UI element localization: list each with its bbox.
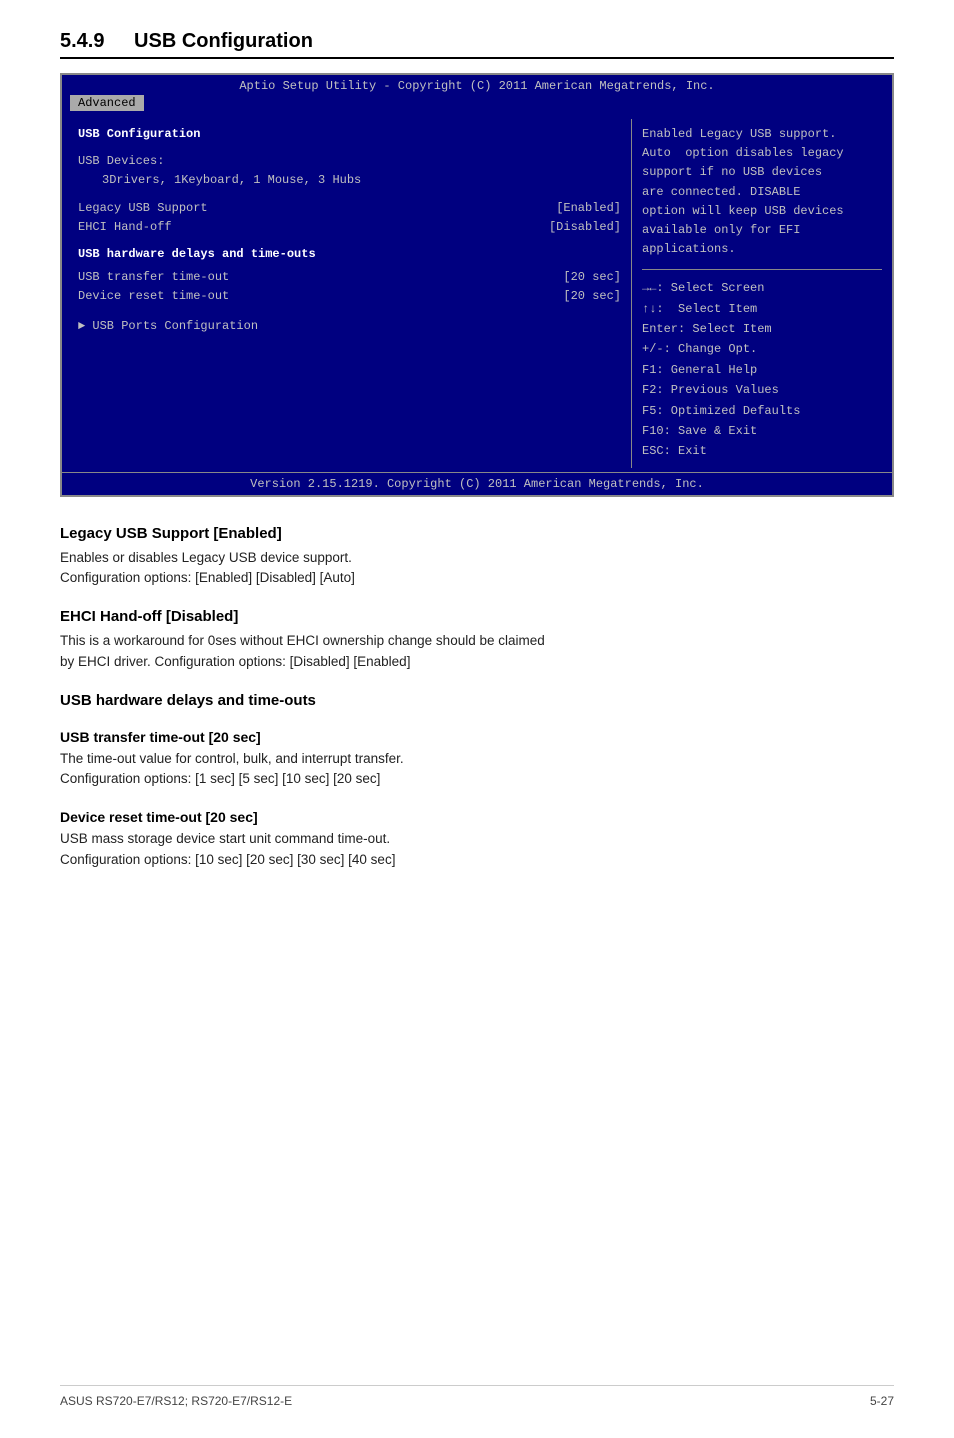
bios-devices-label: USB Devices: [78, 152, 621, 171]
doc-heading-legacy-usb: Legacy USB Support [Enabled] [60, 525, 894, 542]
bios-item-legacy-usb-value: [Enabled] [556, 199, 621, 218]
bios-body: USB Configuration USB Devices: 3Drivers,… [62, 115, 892, 472]
bios-item-device-reset[interactable]: Device reset time-out [20 sec] [78, 287, 621, 306]
bios-tab-advanced[interactable]: Advanced [70, 95, 144, 111]
bios-hardware-section: USB hardware delays and time-outs [78, 245, 621, 264]
bios-left-panel: USB Configuration USB Devices: 3Drivers,… [62, 119, 632, 468]
key-f2: F2: Previous Values [642, 380, 882, 400]
section-heading: USB Configuration [134, 30, 313, 52]
bios-transfer-name: USB transfer time-out [78, 268, 229, 287]
doc-section-ehci: EHCI Hand-off [Disabled] This is a worka… [60, 608, 894, 672]
doc-subheading-transfer: USB transfer time-out [20 sec] [60, 729, 894, 745]
page-footer: ASUS RS720-E7/RS12; RS720-E7/RS12-E 5-27 [60, 1385, 894, 1408]
bios-key-help: →←: Select Screen ↑↓: Select Item Enter:… [642, 278, 882, 462]
bios-screen: Aptio Setup Utility - Copyright (C) 2011… [60, 73, 894, 497]
key-enter: Enter: Select Item [642, 319, 882, 339]
bios-header: Aptio Setup Utility - Copyright (C) 2011… [62, 75, 892, 95]
doc-body-legacy-usb: Enables or disables Legacy USB device su… [60, 548, 894, 589]
doc-subheading-device-reset: Device reset time-out [20 sec] [60, 809, 894, 825]
doc-body-device-reset: USB mass storage device start unit comma… [60, 829, 894, 870]
bios-device-reset-name: Device reset time-out [78, 287, 229, 306]
bios-item-ehci-value: [Disabled] [549, 218, 621, 237]
bios-item-ehci-name: EHCI Hand-off [78, 218, 172, 237]
bios-devices-value: 3Drivers, 1Keyboard, 1 Mouse, 3 Hubs [78, 171, 621, 190]
section-title: 5.4.9 USB Configuration [60, 30, 894, 59]
key-f5: F5: Optimized Defaults [642, 401, 882, 421]
bios-config-title: USB Configuration [78, 125, 621, 144]
doc-body-ehci: This is a workaround for 0ses without EH… [60, 631, 894, 672]
bios-transfer-value: [20 sec] [563, 268, 621, 287]
doc-heading-hardware: USB hardware delays and time-outs [60, 692, 894, 709]
key-f1: F1: General Help [642, 360, 882, 380]
bios-help-text: Enabled Legacy USB support. Auto option … [642, 125, 882, 270]
key-select-screen: →←: Select Screen [642, 278, 882, 298]
bios-item-legacy-usb-name: Legacy USB Support [78, 199, 208, 218]
bios-submenu-ports[interactable]: ► USB Ports Configuration [78, 317, 621, 336]
bios-footer: Version 2.15.1219. Copyright (C) 2011 Am… [62, 472, 892, 495]
key-change-opt: +/-: Change Opt. [642, 339, 882, 359]
footer-right: 5-27 [870, 1394, 894, 1408]
bios-device-reset-value: [20 sec] [563, 287, 621, 306]
bios-item-transfer-timeout[interactable]: USB transfer time-out [20 sec] [78, 268, 621, 287]
bios-item-legacy-usb[interactable]: Legacy USB Support [Enabled] [78, 199, 621, 218]
key-esc: ESC: Exit [642, 441, 882, 461]
doc-section-device-reset: Device reset time-out [20 sec] USB mass … [60, 809, 894, 870]
bios-item-ehci[interactable]: EHCI Hand-off [Disabled] [78, 218, 621, 237]
doc-section-legacy-usb: Legacy USB Support [Enabled] Enables or … [60, 525, 894, 589]
doc-body-transfer: The time-out value for control, bulk, an… [60, 749, 894, 790]
section-number: 5.4.9 [60, 30, 104, 52]
doc-section-hardware: USB hardware delays and time-outs [60, 692, 894, 709]
doc-heading-ehci: EHCI Hand-off [Disabled] [60, 608, 894, 625]
footer-left: ASUS RS720-E7/RS12; RS720-E7/RS12-E [60, 1394, 292, 1408]
bios-tab-bar: Advanced [62, 95, 892, 115]
key-f10: F10: Save & Exit [642, 421, 882, 441]
doc-section-transfer: USB transfer time-out [20 sec] The time-… [60, 729, 894, 790]
bios-right-panel: Enabled Legacy USB support. Auto option … [632, 119, 892, 468]
key-select-item: ↑↓: Select Item [642, 299, 882, 319]
